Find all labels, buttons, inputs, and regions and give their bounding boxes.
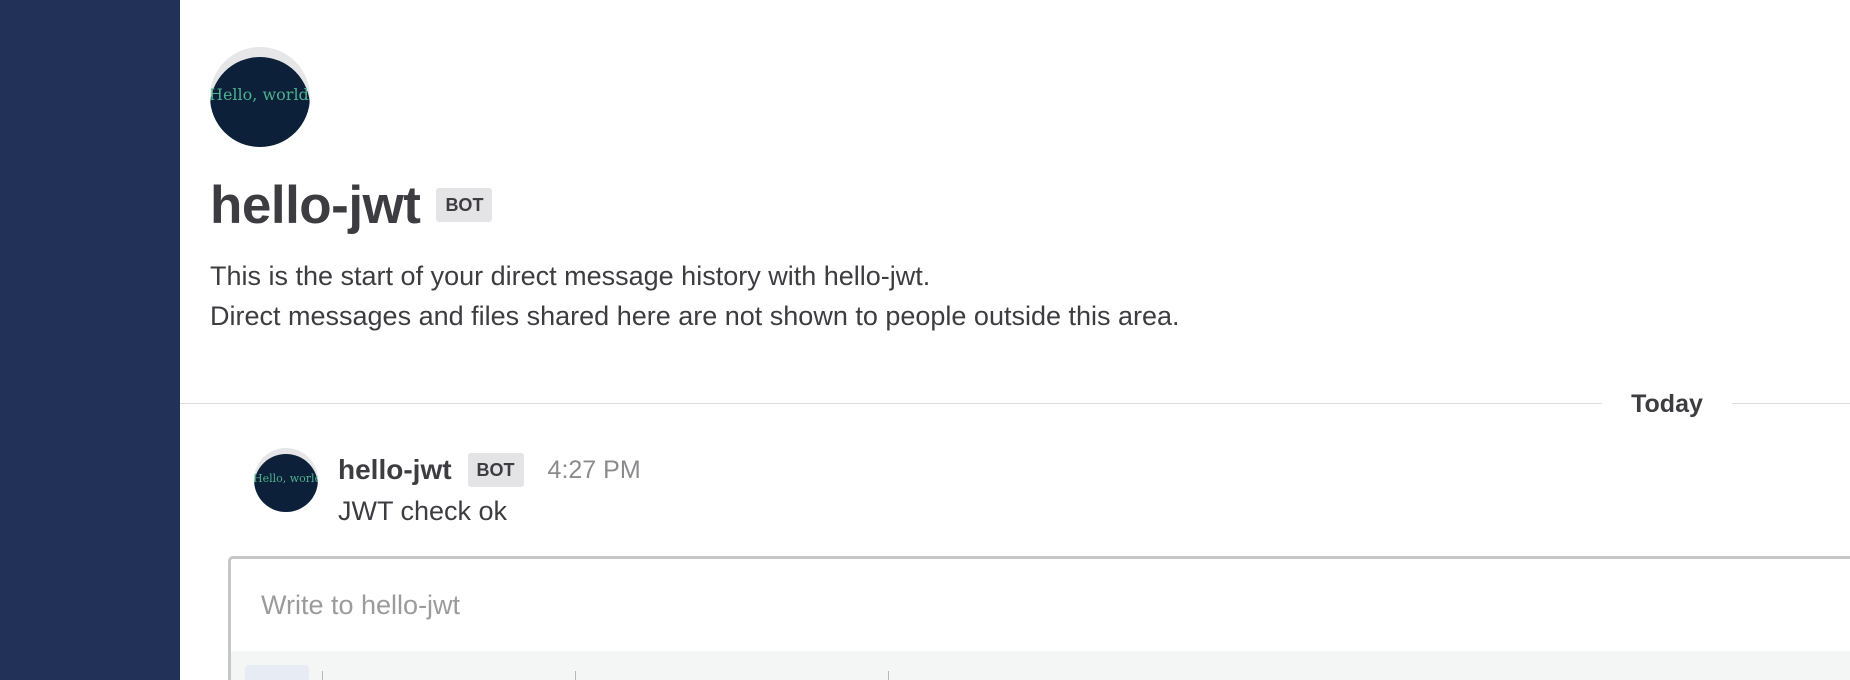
bot-name-heading[interactable]: hello-jwt [210, 175, 421, 236]
message-timestamp[interactable]: 4:27 PM [548, 456, 641, 485]
bot-avatar[interactable]: Hello, world [210, 47, 310, 147]
channel-view: Hello, world hello-jwt BOT This is the s… [180, 0, 1850, 680]
intro-line-1: This is the start of your direct message… [210, 261, 931, 291]
toolbar-divider [322, 671, 323, 680]
intro-line-2: Direct messages and files shared here ar… [210, 301, 1180, 331]
toolbar-divider [888, 671, 889, 680]
date-separator-label: Today [1631, 390, 1703, 418]
formatting-toolbar [231, 651, 1850, 680]
date-separator: Today [180, 387, 1850, 421]
message-avatar[interactable]: Hello, world [254, 448, 318, 512]
message-input[interactable] [231, 559, 1850, 651]
message-header: hello-jwt BOT 4:27 PM [338, 450, 641, 490]
separator-line-right [1732, 403, 1850, 404]
message-bot-badge: BOT [467, 453, 524, 487]
formatting-toggle-button[interactable] [245, 665, 309, 680]
intro-description: This is the start of your direct message… [210, 256, 1180, 336]
message-author[interactable]: hello-jwt [338, 454, 452, 486]
separator-line-left [180, 403, 1602, 404]
avatar-text: Hello, world [210, 85, 309, 104]
toolbar-divider [575, 671, 576, 680]
bot-badge: BOT [436, 188, 493, 222]
intro-header: hello-jwt BOT [210, 170, 493, 240]
avatar-text: Hello, world [254, 472, 318, 485]
message-text: JWT check ok [338, 496, 508, 526]
message-composer [228, 556, 1850, 680]
team-sidebar [0, 0, 180, 680]
